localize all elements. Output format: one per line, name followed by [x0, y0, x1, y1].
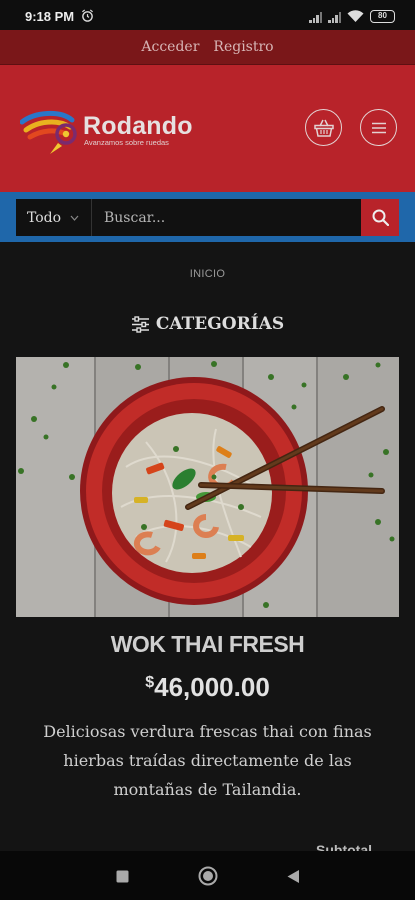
product-description: Deliciosas verdura frescas thai con fina…: [43, 722, 372, 799]
wifi-icon: [347, 10, 364, 22]
register-link[interactable]: Registro: [213, 39, 273, 55]
system-nav-bar: [0, 851, 415, 900]
hamburger-icon: [371, 122, 386, 133]
brand-name[interactable]: Rodando: [83, 112, 193, 141]
brand-logo[interactable]: [20, 110, 82, 156]
product-title[interactable]: WOK THAI FRESH: [0, 631, 415, 658]
search-bar: Todo: [0, 192, 415, 242]
cart-button[interactable]: [305, 109, 342, 146]
site-header: Rodando Avanzamos sobre ruedas: [0, 65, 415, 192]
chevron-down-icon: [70, 215, 79, 221]
signal-icon: [309, 11, 322, 23]
basket-icon: [313, 119, 334, 137]
product-price: $46,000.00: [0, 672, 415, 703]
search-icon: [372, 209, 389, 226]
category-select[interactable]: Todo: [16, 199, 92, 236]
signal-icon: [328, 11, 341, 23]
search-button[interactable]: [361, 199, 399, 236]
filter-sliders-icon: [131, 315, 149, 333]
recents-button[interactable]: [109, 863, 135, 889]
home-button[interactable]: [195, 863, 221, 889]
battery-level: 80: [378, 11, 387, 20]
price-currency: $: [145, 674, 155, 691]
brand-tagline: Avanzamos sobre ruedas: [84, 138, 169, 147]
menu-button[interactable]: [360, 109, 397, 146]
battery-icon: 80: [370, 10, 395, 23]
back-triangle-icon: [287, 869, 299, 883]
square-icon: [116, 870, 128, 882]
price-amount: 46,000.00: [154, 672, 270, 702]
account-bar: Acceder Registro: [0, 30, 415, 65]
categories-heading[interactable]: CATEGORÍAS: [0, 314, 415, 334]
breadcrumb[interactable]: INICIO: [0, 268, 415, 280]
search-input[interactable]: [92, 199, 361, 236]
back-button[interactable]: [280, 863, 306, 889]
categories-title: CATEGORÍAS: [155, 314, 285, 334]
login-link[interactable]: Acceder: [141, 39, 199, 55]
status-time: 9:18 PM: [25, 9, 75, 24]
category-select-value: Todo: [27, 209, 62, 226]
home-circle-icon: [198, 866, 218, 886]
status-bar: 9:18 PM 80: [0, 0, 415, 30]
alarm-icon: [82, 9, 93, 22]
product-image[interactable]: [16, 357, 399, 617]
